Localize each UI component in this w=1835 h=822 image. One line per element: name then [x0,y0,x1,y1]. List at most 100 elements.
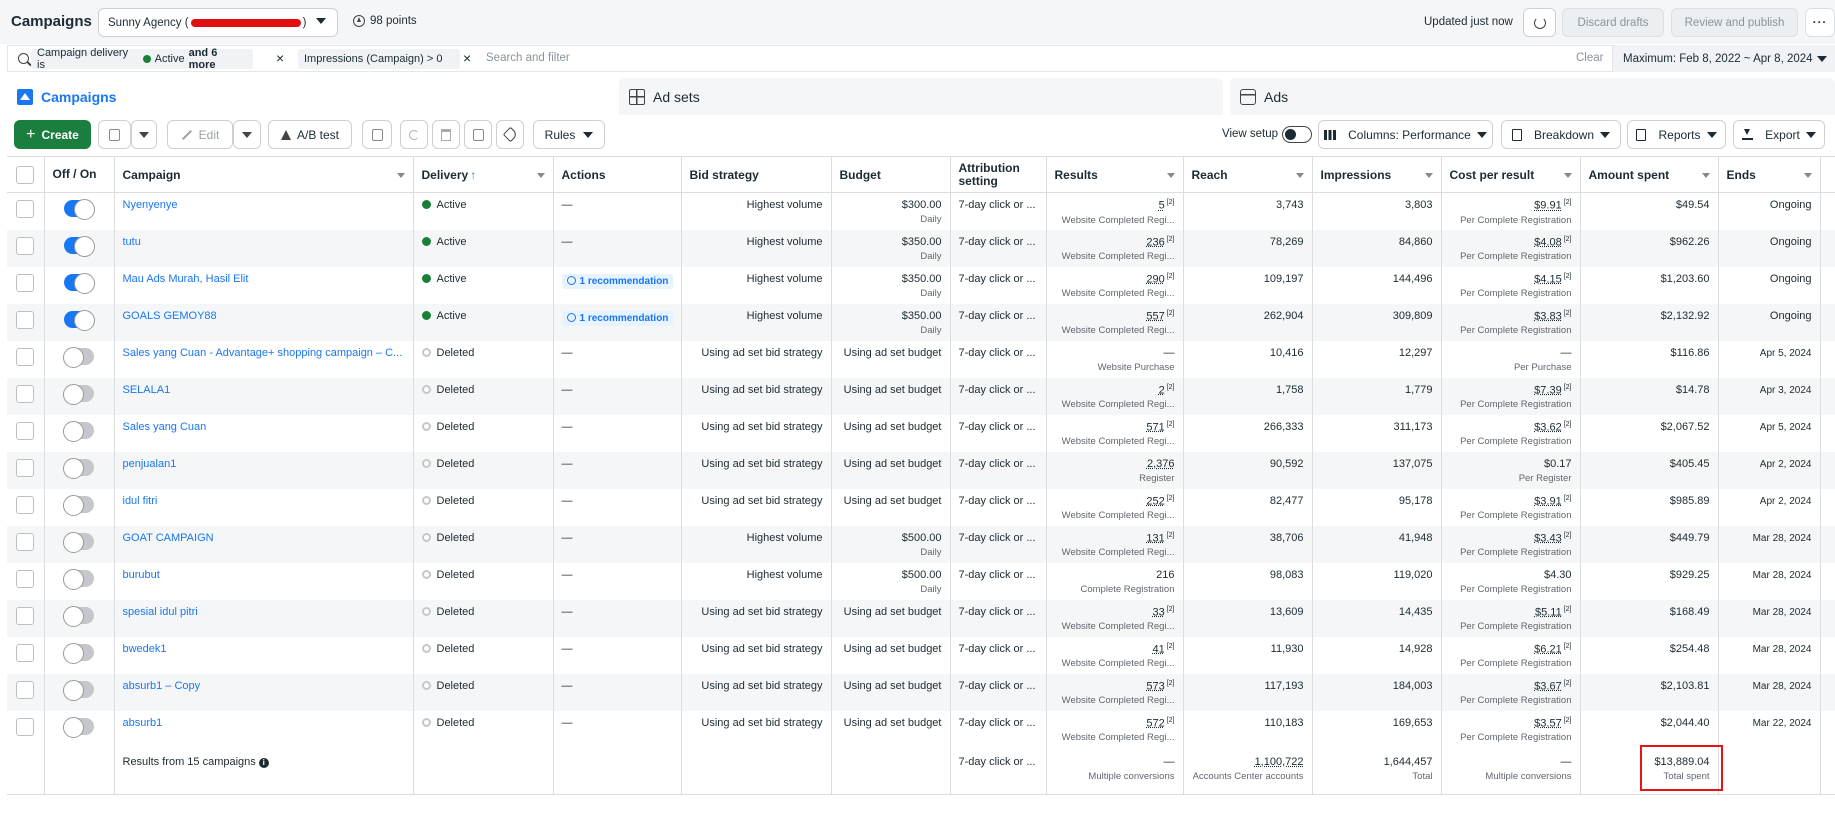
campaign-name-link[interactable]: Mau Ads Murah, Hasil Elit [123,273,405,285]
col-results[interactable]: Results [1046,156,1184,193]
more-options-button[interactable]: ··· [1805,8,1835,37]
archive-button[interactable] [362,120,392,149]
recommendation-badge[interactable]: 1 recommendation [561,310,674,326]
edit-button[interactable]: Edit [167,120,233,149]
campaign-name-link[interactable]: Sales yang Cuan - Advantage+ shopping ca… [123,347,405,359]
row-checkbox[interactable] [16,200,35,218]
table-row[interactable]: Mau Ads Murah, Hasil Elit Active 1 recom… [7,266,1835,304]
campaign-toggle[interactable] [63,531,94,553]
tab-campaigns[interactable]: Campaigns [7,78,612,115]
campaign-toggle[interactable] [63,383,94,405]
duplicate-button[interactable] [98,120,131,149]
table-row[interactable]: tutu Active — Highest volume $350.00 Dail… [7,229,1835,267]
campaign-toggle[interactable] [63,568,94,590]
table-row[interactable]: bwedek1 Deleted — Using ad set bid strat… [7,636,1835,674]
col-attribution[interactable]: Attribution setting [950,156,1047,193]
campaign-toggle[interactable] [64,235,95,257]
ab-test-button[interactable]: A/B test [268,120,352,149]
row-checkbox[interactable] [16,569,35,588]
row-checkbox[interactable] [16,532,35,551]
discard-drafts-button[interactable]: Discard drafts [1562,8,1664,37]
col-actions[interactable]: Actions [553,156,682,193]
campaign-toggle[interactable] [64,199,95,220]
table-row[interactable]: spesial idul pitri Deleted — Using ad se… [7,599,1835,637]
table-row[interactable]: GOALS GEMOY88 Active 1 recommendation Hi… [7,303,1835,341]
filter-chip-impressions[interactable]: Impressions (Campaign) > 0 [298,49,460,69]
campaign-name-link[interactable]: SELALA1 [123,384,405,396]
table-row[interactable]: Nyenyenye Active — Highest volume $300.0… [7,192,1835,230]
col-reach[interactable]: Reach [1183,156,1313,193]
review-publish-button[interactable]: Review and publish [1671,8,1798,37]
close-icon[interactable]: × [463,50,471,66]
campaign-toggle[interactable] [63,494,94,516]
account-selector[interactable]: Sunny Agency ( ) [98,8,338,37]
col-cost-per-result[interactable]: Cost per result [1441,156,1581,193]
table-row[interactable]: absurb1 Deleted — Using ad set bid strat… [7,710,1835,748]
campaign-name-link[interactable]: idul fitri [123,495,405,507]
row-checkbox[interactable] [16,680,35,699]
row-checkbox[interactable] [16,384,35,403]
campaign-toggle[interactable] [64,272,95,294]
campaign-toggle[interactable] [64,309,95,331]
filter-chip-delivery[interactable]: Campaign delivery is Active and 6 more [31,47,253,71]
campaign-name-link[interactable]: Nyenyenye [123,199,405,211]
search-input[interactable]: Search and filter [486,52,570,64]
col-ends[interactable]: Ends [1718,156,1821,193]
add-column-cell[interactable] [1820,156,1835,193]
export-button[interactable]: Export [1733,120,1825,149]
col-amount-spent[interactable]: Amount spent [1580,156,1719,193]
info-icon[interactable]: i [258,757,269,768]
tag-button[interactable] [496,120,524,149]
reports-button[interactable]: Reports [1627,120,1726,149]
create-button[interactable]: + Create [14,120,91,149]
clear-filters-link[interactable]: Clear [1576,52,1603,64]
campaign-name-link[interactable]: burubut [123,569,405,581]
row-checkbox[interactable] [16,236,35,255]
table-row[interactable]: penjualan1 Deleted — Using ad set bid st… [7,451,1835,489]
tab-ad-sets[interactable]: Ad sets [619,78,1223,115]
row-checkbox[interactable] [16,458,35,477]
table-row[interactable]: SELALA1 Deleted — Using ad set bid strat… [7,377,1835,415]
columns-button[interactable]: Columns: Performance [1318,120,1493,149]
row-checkbox[interactable] [16,421,35,440]
table-row[interactable]: Sales yang Cuan Deleted — Using ad set b… [7,414,1835,452]
row-checkbox[interactable] [16,495,35,514]
select-all-checkbox[interactable] [16,166,35,184]
date-range-picker[interactable]: Maximum: Feb 8, 2022 ~ Apr 8, 2024 [1613,45,1835,72]
row-checkbox[interactable] [16,606,35,625]
campaign-toggle[interactable] [63,716,94,738]
rules-quick-button[interactable] [464,120,492,149]
campaign-name-link[interactable]: absurb1 – Copy [123,680,405,692]
campaign-toggle[interactable] [63,605,94,627]
row-checkbox[interactable] [16,643,35,662]
row-checkbox[interactable] [16,717,35,736]
undo-button[interactable] [400,120,428,149]
breakdown-button[interactable]: Breakdown [1501,120,1621,149]
campaign-toggle[interactable] [63,642,94,664]
delete-button[interactable] [432,120,460,149]
row-checkbox[interactable] [16,273,35,292]
close-icon[interactable]: × [276,50,284,66]
campaign-name-link[interactable]: spesial idul pitri [123,606,405,618]
campaign-toggle[interactable] [63,420,94,442]
campaign-name-link[interactable]: GOALS GEMOY88 [123,310,405,322]
table-row[interactable]: absurb1 – Copy Deleted — Using ad set bi… [7,673,1835,711]
campaign-name-link[interactable]: Sales yang Cuan [123,421,405,433]
refresh-button[interactable] [1523,8,1556,37]
col-bid-strategy[interactable]: Bid strategy [681,156,832,193]
col-impressions[interactable]: Impressions [1312,156,1442,193]
tab-ads[interactable]: Ads [1230,78,1835,115]
row-checkbox[interactable] [16,347,35,366]
campaign-name-link[interactable]: bwedek1 [123,643,405,655]
view-setup-toggle[interactable] [1282,126,1312,143]
campaign-name-link[interactable]: penjualan1 [123,458,405,470]
table-row[interactable]: Sales yang Cuan - Advantage+ shopping ca… [7,340,1835,378]
duplicate-menu-button[interactable] [131,120,157,149]
campaign-toggle[interactable] [63,457,94,479]
table-row[interactable]: idul fitri Deleted — Using ad set bid st… [7,488,1835,526]
table-row[interactable]: burubut Deleted — Highest volume $500.00… [7,562,1835,600]
campaign-toggle[interactable] [63,346,94,368]
campaign-name-link[interactable]: absurb1 [123,717,405,729]
campaign-name-link[interactable]: tutu [123,236,405,248]
campaign-name-link[interactable]: GOAT CAMPAIGN [123,532,405,544]
